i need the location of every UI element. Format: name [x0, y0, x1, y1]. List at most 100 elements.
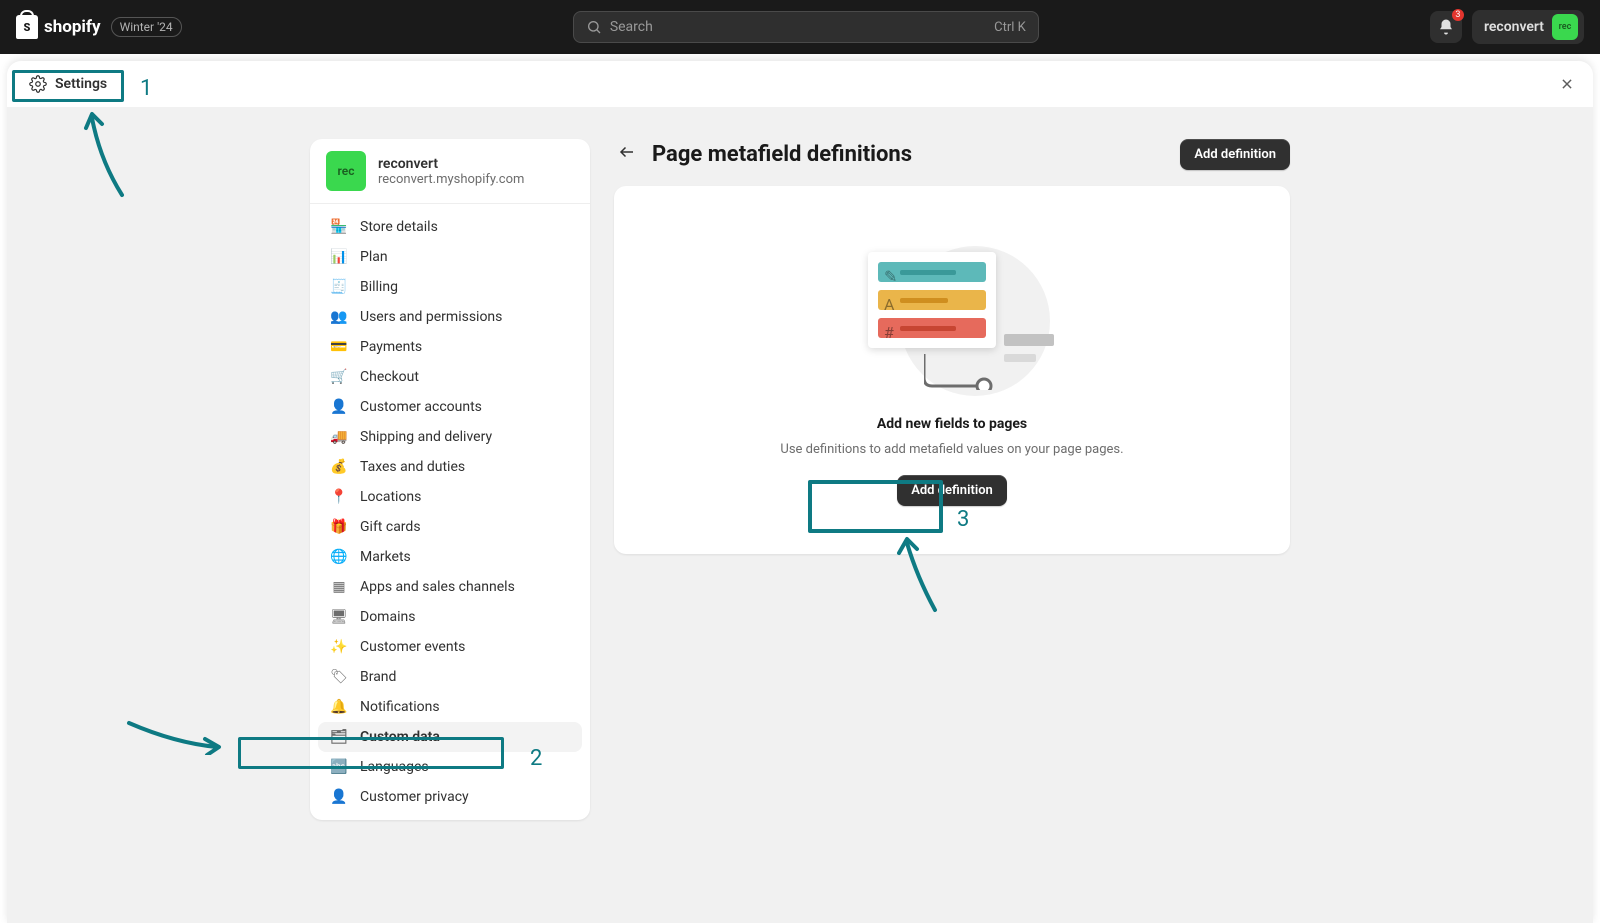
- edition-badge[interactable]: Winter '24: [111, 17, 182, 37]
- nav-item-billing[interactable]: 🧾 Billing: [318, 272, 582, 302]
- nav-label: Languages: [360, 759, 429, 775]
- modal-header: Settings: [7, 61, 1593, 107]
- nav-item-gift-cards[interactable]: 🎁 Gift cards: [318, 512, 582, 542]
- notification-badge: 3: [1452, 9, 1464, 21]
- nav-item-apps[interactable]: ▦ Apps and sales channels: [318, 572, 582, 602]
- nav-item-shipping[interactable]: 🚚Shipping and delivery: [318, 422, 582, 452]
- close-icon: [1560, 77, 1574, 91]
- nav-item-domains[interactable]: 🖥 Domains: [318, 602, 582, 632]
- checkout-icon: 🛒: [330, 368, 348, 386]
- search-placeholder: Search: [610, 19, 653, 35]
- nav-item-store-details[interactable]: 🏪 Store details: [318, 212, 582, 242]
- store-name: reconvert: [378, 156, 524, 172]
- brand-text: shopify: [44, 17, 101, 37]
- nav-label: Store details: [360, 219, 438, 235]
- apps-icon: ▦: [330, 578, 348, 596]
- nav-label: Notifications: [360, 699, 440, 715]
- nav-item-markets[interactable]: 🌐 Markets: [318, 542, 582, 572]
- user-name: reconvert: [1484, 19, 1544, 35]
- gift-cards-icon: 🎁: [330, 518, 348, 536]
- nav-label: Shipping and delivery: [360, 429, 492, 445]
- notifications-nav-icon: 🔔: [330, 698, 348, 716]
- main-content: Page metafield definitions Add definitio…: [614, 139, 1290, 820]
- add-definition-button-center[interactable]: Add definition: [897, 475, 1007, 506]
- search-icon: [586, 19, 602, 35]
- close-button[interactable]: [1553, 70, 1581, 98]
- store-avatar: rec: [326, 151, 366, 191]
- nav-label: Users and permissions: [360, 309, 502, 325]
- customer-events-icon: ✨: [330, 638, 348, 656]
- nav-label: Plan: [360, 249, 388, 265]
- nav-label: Customer accounts: [360, 399, 482, 415]
- empty-state-card: ✎ A # Add new fields to pages Use defini…: [614, 186, 1290, 554]
- main-header: Page metafield definitions Add definitio…: [614, 139, 1290, 170]
- nav-label: Payments: [360, 339, 422, 355]
- markets-icon: 🌐: [330, 548, 348, 566]
- search-input[interactable]: Search Ctrl K: [573, 11, 1039, 43]
- nav-label: Custom data: [360, 729, 440, 745]
- languages-icon: 🔤: [330, 758, 348, 776]
- nav-label: Billing: [360, 279, 398, 295]
- empty-title: Add new fields to pages: [877, 416, 1027, 432]
- modal-body: rec reconvert reconvert.myshopify.com 🏪 S…: [7, 107, 1593, 923]
- nav-item-users[interactable]: 👥 Users and permissions: [318, 302, 582, 332]
- search-shortcut: Ctrl K: [994, 20, 1026, 35]
- customer-accounts-icon: 👤: [330, 398, 348, 416]
- bell-icon: [1437, 18, 1455, 36]
- billing-icon: 🧾: [330, 278, 348, 296]
- nav-item-payments[interactable]: 💳 Payments: [318, 332, 582, 362]
- topbar-right: 3 reconvert rec: [1430, 10, 1584, 44]
- nav-label: Gift cards: [360, 519, 421, 535]
- empty-description: Use definitions to add metafield values …: [780, 442, 1123, 457]
- empty-illustration: ✎ A #: [862, 234, 1042, 394]
- back-button[interactable]: [614, 139, 640, 170]
- shopify-logo[interactable]: S shopify: [16, 15, 101, 39]
- user-menu[interactable]: reconvert rec: [1472, 10, 1584, 44]
- custom-data-icon: 🗂: [330, 728, 348, 746]
- store-icon: 🏪: [330, 218, 348, 236]
- notifications-button[interactable]: 3: [1430, 11, 1462, 43]
- nav-label: Locations: [360, 489, 421, 505]
- gear-icon: [29, 75, 47, 93]
- nav-item-customer-events[interactable]: ✨ Customer events: [318, 632, 582, 662]
- nav-item-taxes[interactable]: 💰 Taxes and duties: [318, 452, 582, 482]
- nav-label: Domains: [360, 609, 415, 625]
- user-avatar: rec: [1552, 14, 1578, 40]
- plan-icon: 📊: [330, 248, 348, 266]
- arrow-left-icon: [618, 143, 636, 161]
- nav-item-brand[interactable]: 🏷 Brand: [318, 662, 582, 692]
- settings-nav: 🏪 Store details 📊 Plan 🧾 Billing 👥 Users and…: [310, 204, 590, 820]
- topbar: S shopify Winter '24 Search Ctrl K 3 rec…: [0, 0, 1600, 54]
- nav-item-notifications[interactable]: 🔔 Notifications: [318, 692, 582, 722]
- add-definition-button-top[interactable]: Add definition: [1180, 139, 1290, 170]
- nav-label: Taxes and duties: [360, 459, 465, 475]
- store-url: reconvert.myshopify.com: [378, 172, 524, 187]
- shopify-bag-icon: S: [16, 15, 38, 39]
- nav-item-locations[interactable]: 📍 Locations: [318, 482, 582, 512]
- domains-icon: 🖥: [330, 608, 348, 626]
- settings-breadcrumb[interactable]: Settings: [19, 71, 117, 97]
- nav-item-languages[interactable]: 🔤 Languages: [318, 752, 582, 782]
- payments-icon: 💳: [330, 338, 348, 356]
- settings-modal: Settings rec reconvert reconvert.myshopi…: [7, 61, 1593, 923]
- page-title: Page metafield definitions: [652, 142, 912, 167]
- brand-icon: 🏷: [330, 668, 348, 686]
- nav-item-customer-accounts[interactable]: 👤 Customer accounts: [318, 392, 582, 422]
- taxes-icon: 💰: [330, 458, 348, 476]
- nav-label: Customer privacy: [360, 789, 469, 805]
- nav-label: Brand: [360, 669, 396, 685]
- store-card[interactable]: rec reconvert reconvert.myshopify.com: [310, 139, 590, 204]
- nav-label: Customer events: [360, 639, 465, 655]
- crumb-label: Settings: [55, 76, 107, 92]
- settings-sidebar: rec reconvert reconvert.myshopify.com 🏪 S…: [310, 139, 590, 820]
- users-icon: 👥: [330, 308, 348, 326]
- nav-item-plan[interactable]: 📊 Plan: [318, 242, 582, 272]
- nav-item-custom-data[interactable]: 🗂 Custom data: [318, 722, 582, 752]
- locations-icon: 📍: [330, 488, 348, 506]
- privacy-icon: 👤: [330, 788, 348, 806]
- nav-label: Apps and sales channels: [360, 579, 515, 595]
- nav-label: Markets: [360, 549, 411, 565]
- nav-item-customer-privacy[interactable]: 👤 Customer privacy: [318, 782, 582, 812]
- topbar-left: S shopify Winter '24: [16, 15, 182, 39]
- nav-item-checkout[interactable]: 🛒Checkout: [318, 362, 582, 392]
